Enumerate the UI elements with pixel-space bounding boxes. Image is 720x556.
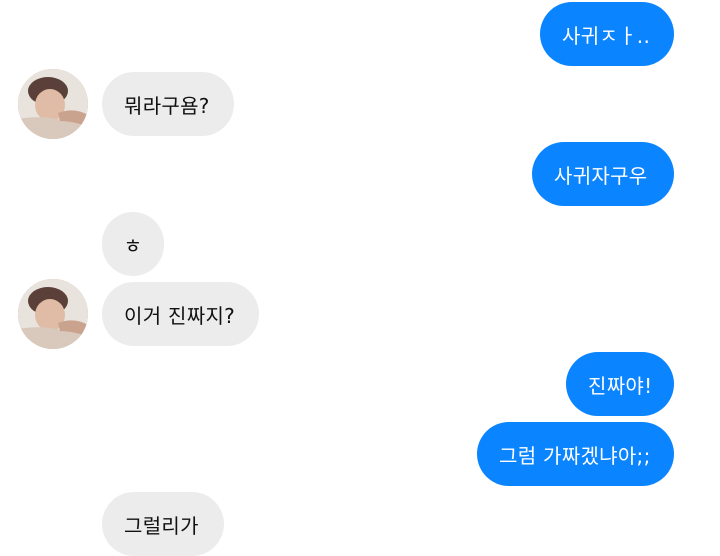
- profile-photo-icon: [18, 69, 88, 139]
- contact-avatar[interactable]: [18, 69, 88, 139]
- profile-photo-icon: [18, 279, 88, 349]
- chat-thread: 사귀ㅈㅏ.. 뭐라구욤? 사귀자구우 ㅎ 이거 진짜지? 진짜야! 그럼 가짜겠…: [0, 0, 720, 556]
- outgoing-message-bubble[interactable]: 진짜야!: [566, 352, 674, 416]
- message-text: 그럴리가: [124, 513, 199, 538]
- outgoing-message-bubble[interactable]: 그럼 가짜겠냐아;;: [477, 422, 674, 486]
- message-text: 진짜야!: [588, 373, 653, 398]
- incoming-message-bubble[interactable]: 그럴리가: [102, 492, 224, 556]
- outgoing-message-bubble[interactable]: 사귀ㅈㅏ..: [540, 2, 674, 66]
- message-text: 사귀ㅈㅏ..: [562, 23, 651, 48]
- incoming-message-bubble[interactable]: ㅎ: [102, 212, 164, 276]
- message-text: ㅎ: [123, 233, 143, 258]
- incoming-message-bubble[interactable]: 뭐라구욤?: [102, 72, 234, 136]
- contact-avatar[interactable]: [18, 279, 88, 349]
- incoming-message-bubble[interactable]: 이거 진짜지?: [102, 282, 259, 346]
- message-text: 뭐라구욤?: [124, 93, 210, 118]
- outgoing-message-bubble[interactable]: 사귀자구우: [532, 142, 674, 206]
- message-text: 사귀자구우: [554, 163, 648, 188]
- message-text: 이거 진짜지?: [124, 303, 236, 328]
- message-text: 그럼 가짜겠냐아;;: [499, 443, 651, 468]
